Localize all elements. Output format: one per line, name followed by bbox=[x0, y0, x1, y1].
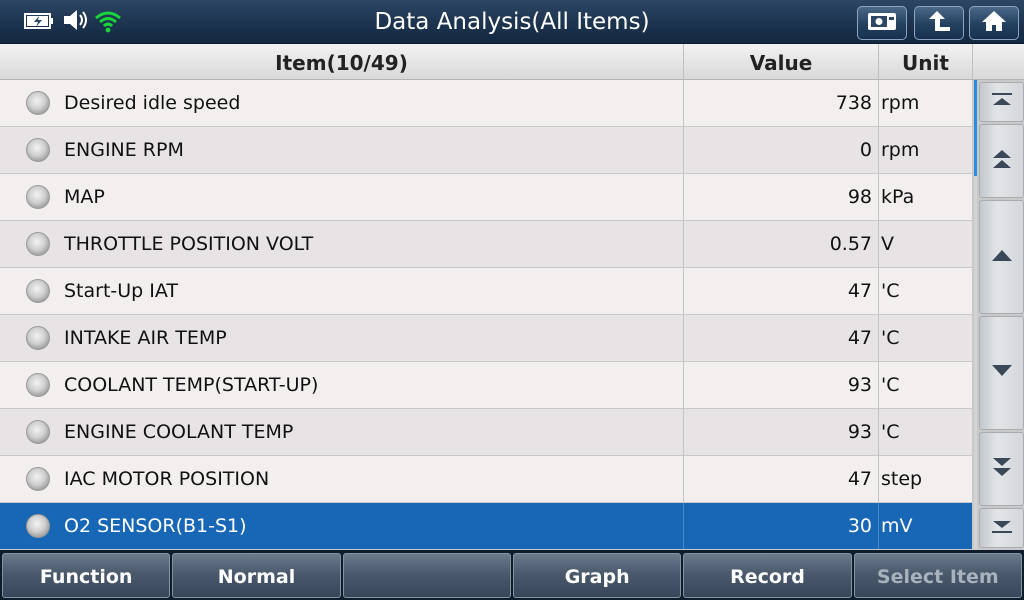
page-down-icon bbox=[990, 455, 1014, 483]
table-row[interactable]: Desired idle speed 738 rpm bbox=[0, 80, 972, 127]
table-row[interactable]: Start-Up IAT 47 'C bbox=[0, 268, 972, 315]
table-header: Item(10/49) Value Unit bbox=[0, 44, 972, 80]
record-button[interactable]: Record bbox=[683, 553, 852, 598]
radio-button[interactable] bbox=[26, 185, 50, 209]
scrollbar-thumb[interactable] bbox=[974, 80, 977, 176]
radio-button[interactable] bbox=[26, 138, 50, 162]
item-unit: kPa bbox=[881, 186, 915, 208]
item-value: 98 bbox=[684, 174, 879, 220]
item-unit: 'C bbox=[881, 327, 900, 349]
item-name: INTAKE AIR TEMP bbox=[64, 327, 227, 349]
select-item-button: Select Item bbox=[853, 553, 1022, 598]
function-button[interactable]: Function bbox=[2, 553, 171, 598]
item-name: Desired idle speed bbox=[64, 92, 241, 114]
line-down-icon bbox=[990, 363, 1014, 383]
scroll-bottom-button[interactable] bbox=[979, 508, 1024, 548]
column-header-value: Value bbox=[684, 44, 879, 80]
item-value: 47 bbox=[684, 315, 879, 361]
data-table: Item(10/49) Value Unit Desired idle spee… bbox=[0, 44, 972, 550]
item-unit: 'C bbox=[881, 280, 900, 302]
line-up-icon bbox=[990, 247, 1014, 267]
item-name: O2 SENSOR(B1-S1) bbox=[64, 515, 247, 537]
radio-button[interactable] bbox=[26, 420, 50, 444]
table-row[interactable]: MAP 98 kPa bbox=[0, 174, 972, 221]
graph-button[interactable]: Graph bbox=[512, 553, 682, 598]
item-name: Start-Up IAT bbox=[64, 280, 179, 302]
title-bar: Data Analysis(All Items) bbox=[0, 0, 1024, 44]
blank-button[interactable] bbox=[342, 553, 511, 598]
radio-button[interactable] bbox=[26, 514, 50, 538]
scroll-top-button[interactable] bbox=[979, 82, 1024, 122]
item-name: IAC MOTOR POSITION bbox=[64, 468, 270, 490]
radio-button[interactable] bbox=[26, 373, 50, 397]
line-up-button[interactable] bbox=[979, 200, 1024, 314]
item-value: 738 bbox=[684, 80, 879, 126]
item-unit: 'C bbox=[881, 421, 900, 443]
scroll-bottom-icon bbox=[990, 518, 1014, 538]
item-unit: rpm bbox=[881, 139, 920, 161]
scroll-panel bbox=[972, 44, 1024, 550]
scroll-top-icon bbox=[990, 92, 1014, 112]
item-unit: 'C bbox=[881, 374, 900, 396]
line-down-button[interactable] bbox=[979, 316, 1024, 430]
item-value: 0.57 bbox=[684, 221, 879, 267]
table-body: Desired idle speed 738 rpm ENGINE RPM 0 … bbox=[0, 80, 972, 550]
table-row[interactable]: THROTTLE POSITION VOLT 0.57 V bbox=[0, 221, 972, 268]
normal-button[interactable]: Normal bbox=[172, 553, 341, 598]
table-row[interactable]: INTAKE AIR TEMP 47 'C bbox=[0, 315, 972, 362]
table-row-selected[interactable]: O2 SENSOR(B1-S1) 30 mV bbox=[0, 503, 972, 550]
screenshot-icon bbox=[867, 10, 897, 36]
item-unit: step bbox=[881, 468, 923, 490]
item-value: 30 bbox=[684, 503, 879, 549]
home-button[interactable] bbox=[969, 6, 1019, 40]
bottom-toolbar: Function Normal Graph Record Select Item bbox=[0, 550, 1024, 600]
table-row[interactable]: ENGINE COOLANT TEMP 93 'C bbox=[0, 409, 972, 456]
table-row[interactable]: COOLANT TEMP(START-UP) 93 'C bbox=[0, 362, 972, 409]
item-value: 93 bbox=[684, 409, 879, 455]
radio-button[interactable] bbox=[26, 91, 50, 115]
screenshot-button[interactable] bbox=[857, 6, 907, 40]
table-row[interactable]: IAC MOTOR POSITION 47 step bbox=[0, 456, 972, 503]
column-header-item: Item(10/49) bbox=[0, 44, 684, 80]
item-name: ENGINE COOLANT TEMP bbox=[64, 421, 294, 443]
item-name: ENGINE RPM bbox=[64, 139, 184, 161]
home-icon bbox=[980, 9, 1008, 37]
radio-button[interactable] bbox=[26, 232, 50, 256]
page-up-icon bbox=[990, 147, 1014, 175]
back-icon bbox=[925, 9, 953, 37]
back-button[interactable] bbox=[914, 6, 964, 40]
scroll-header bbox=[972, 44, 1024, 80]
radio-button[interactable] bbox=[26, 467, 50, 491]
item-value: 47 bbox=[684, 268, 879, 314]
item-name: MAP bbox=[64, 186, 105, 208]
item-unit: mV bbox=[881, 515, 913, 537]
page-down-button[interactable] bbox=[979, 432, 1024, 506]
item-name: THROTTLE POSITION VOLT bbox=[64, 233, 314, 255]
item-value: 0 bbox=[684, 127, 879, 173]
item-value: 47 bbox=[684, 456, 879, 502]
item-value: 93 bbox=[684, 362, 879, 408]
column-header-unit: Unit bbox=[902, 51, 949, 75]
item-unit: V bbox=[881, 233, 894, 255]
table-row[interactable]: ENGINE RPM 0 rpm bbox=[0, 127, 972, 174]
item-name: COOLANT TEMP(START-UP) bbox=[64, 374, 319, 396]
radio-button[interactable] bbox=[26, 326, 50, 350]
radio-button[interactable] bbox=[26, 279, 50, 303]
page-up-button[interactable] bbox=[979, 124, 1024, 198]
item-unit: rpm bbox=[881, 92, 920, 114]
